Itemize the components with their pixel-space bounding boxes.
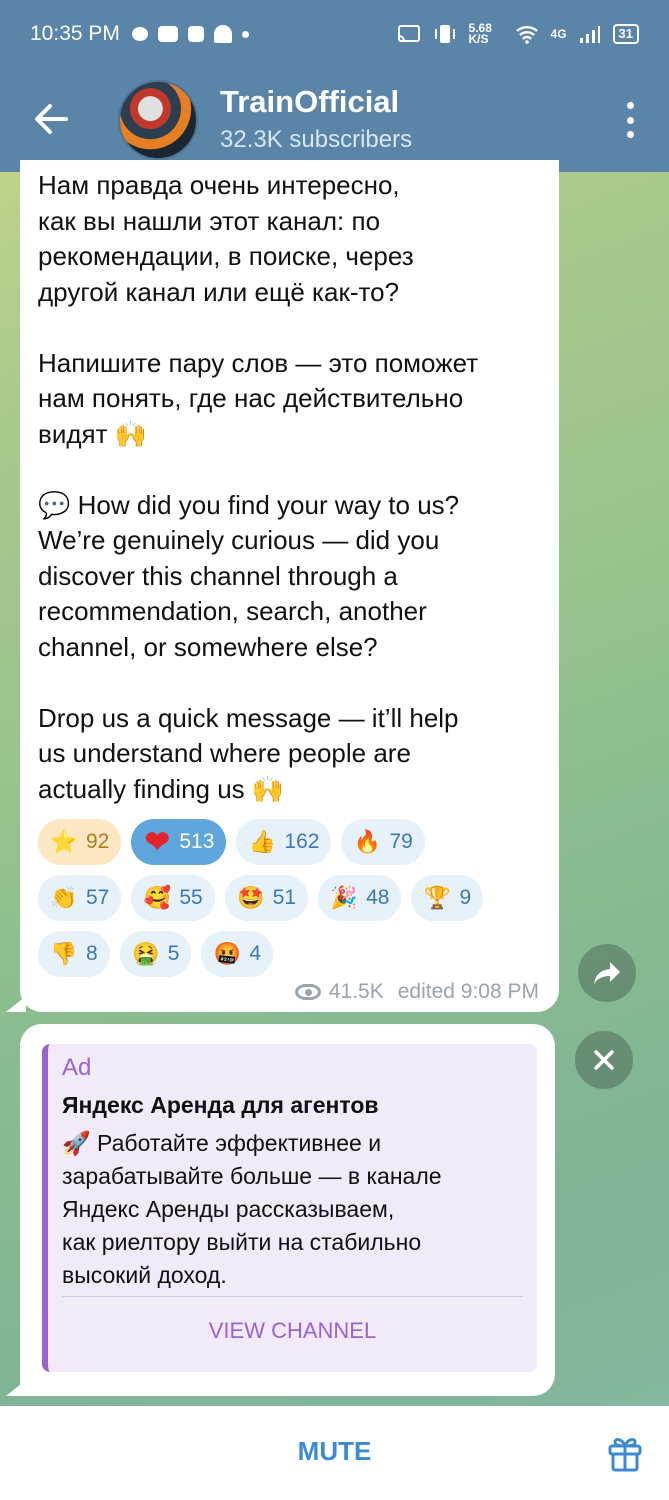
close-ad-button[interactable] [575,1031,633,1089]
back-button[interactable] [30,98,72,140]
status-time: 10:35 PM [30,22,120,45]
gift-button[interactable] [607,1434,643,1472]
reaction-trophy[interactable]: 🏆 9 [411,875,484,921]
channel-avatar[interactable] [118,80,198,160]
chat-notification-icon [131,27,148,41]
star-struck-icon: 🤩 [237,885,265,910]
close-icon [594,1050,614,1070]
trophy-icon: 🏆 [423,885,452,910]
reaction-count: 162 [284,830,320,853]
channel-title[interactable]: TrainOfficial [220,84,399,120]
menu-dot [626,116,634,124]
wifi-icon [515,26,538,44]
reaction-thumbs-up[interactable]: 👍 162 [236,819,332,865]
status-bar: 10:35 PM 5.68 K/S 4G 31 [0,0,669,68]
reaction-count: 5 [167,942,180,965]
reaction-cursing[interactable]: 🤬 4 [201,931,274,977]
reaction-thumbs-down[interactable]: 👎 8 [38,931,110,977]
network-speed: 5.68 K/S [468,21,492,46]
reaction-count: 48 [366,886,390,909]
reaction-count: 92 [86,830,110,853]
reaction-star[interactable]: ⭐ 92 [38,819,122,865]
fire-icon: 🔥 [353,829,382,854]
cast-icon [397,25,420,42]
app2-notification-icon [187,26,204,42]
cursing-face-icon: 🤬 [213,941,242,966]
heart-icon: ❤ [144,825,170,859]
notification-icons [131,25,249,43]
clap-icon: 👏 [50,885,78,910]
reaction-count: 8 [86,942,98,965]
ad-body: 🚀 Работайте эффективнее и зарабатывайте … [62,1130,442,1288]
reaction-star-struck[interactable]: 🤩 51 [224,875,309,921]
thumbs-down-icon: 👎 [50,941,78,966]
view-channel-button[interactable]: VIEW CHANNEL [48,1318,537,1344]
battery-level: 31 [612,24,639,44]
ad-divider [62,1296,523,1297]
reaction-count: 9 [459,886,472,909]
reaction-count: 513 [179,830,215,853]
ad-card[interactable]: Ad Яндекс Аренда для агентов 🚀 Работайте… [42,1044,537,1372]
network-type: 4G [550,27,567,41]
share-arrow-icon [594,962,620,984]
signal-icon [579,26,600,43]
channel-post[interactable]: Нам правда очень интересно, как вы нашли… [20,160,559,1012]
eye-icon [294,984,321,1000]
edited-time: edited 9:08 PM [397,980,539,1003]
sponsored-message[interactable]: Ad Яндекс Аренда для агентов 🚀 Работайте… [20,1024,555,1396]
bottom-bar: MUTE [0,1406,669,1500]
bubble-tail [6,996,26,1012]
person-notification-icon [213,25,232,43]
reaction-count: 79 [389,830,413,853]
status-right: 5.68 K/S 4G 31 [397,21,639,46]
ad-label: Ad [62,1054,92,1081]
ad-bubble-tail [6,1380,26,1396]
reaction-count: 4 [249,942,262,965]
subscriber-count: 32.3K subscribers [220,126,413,153]
reaction-count: 57 [86,886,110,909]
mute-button[interactable]: MUTE [0,1436,669,1467]
more-menu-button[interactable] [625,102,635,138]
vomit-face-icon: 🤮 [131,941,160,966]
view-count: 41.5K [328,980,384,1003]
arrow-left-icon [35,104,68,134]
party-popper-icon: 🎉 [330,885,358,910]
reaction-fire[interactable]: 🔥 79 [341,819,425,865]
app-notification-icon [157,26,178,42]
reaction-heart[interactable]: ❤ 513 [131,819,227,865]
vibrate-icon [434,25,455,43]
reaction-count: 55 [179,886,203,909]
more-notifications-icon [241,30,249,38]
menu-dot [626,131,634,138]
post-text: Нам правда очень интересно, как вы нашли… [38,170,479,804]
reactions-list: ⭐ 92 ❤ 513 👍 162 🔥 79 👏 57 🥰 55 🤩 51 🎉 4… [38,819,508,977]
post-meta: 41.5K edited 9:08 PM [294,980,539,1004]
gift-icon [608,1438,642,1472]
thumbs-up-icon: 👍 [248,829,277,854]
star-icon: ⭐ [50,829,78,854]
channel-header: TrainOfficial 32.3K subscribers [0,68,669,172]
more-vertical-icon [626,102,634,109]
smiling-hearts-icon: 🥰 [143,885,172,910]
share-button[interactable] [578,944,636,1002]
ad-title: Яндекс Аренда для агентов [62,1092,379,1118]
reaction-clap[interactable]: 👏 57 [38,875,122,921]
reaction-count: 51 [272,886,297,909]
reaction-party[interactable]: 🎉 48 [318,875,402,921]
reaction-vomit[interactable]: 🤮 5 [119,931,192,977]
reaction-smiling-hearts[interactable]: 🥰 55 [131,875,215,921]
